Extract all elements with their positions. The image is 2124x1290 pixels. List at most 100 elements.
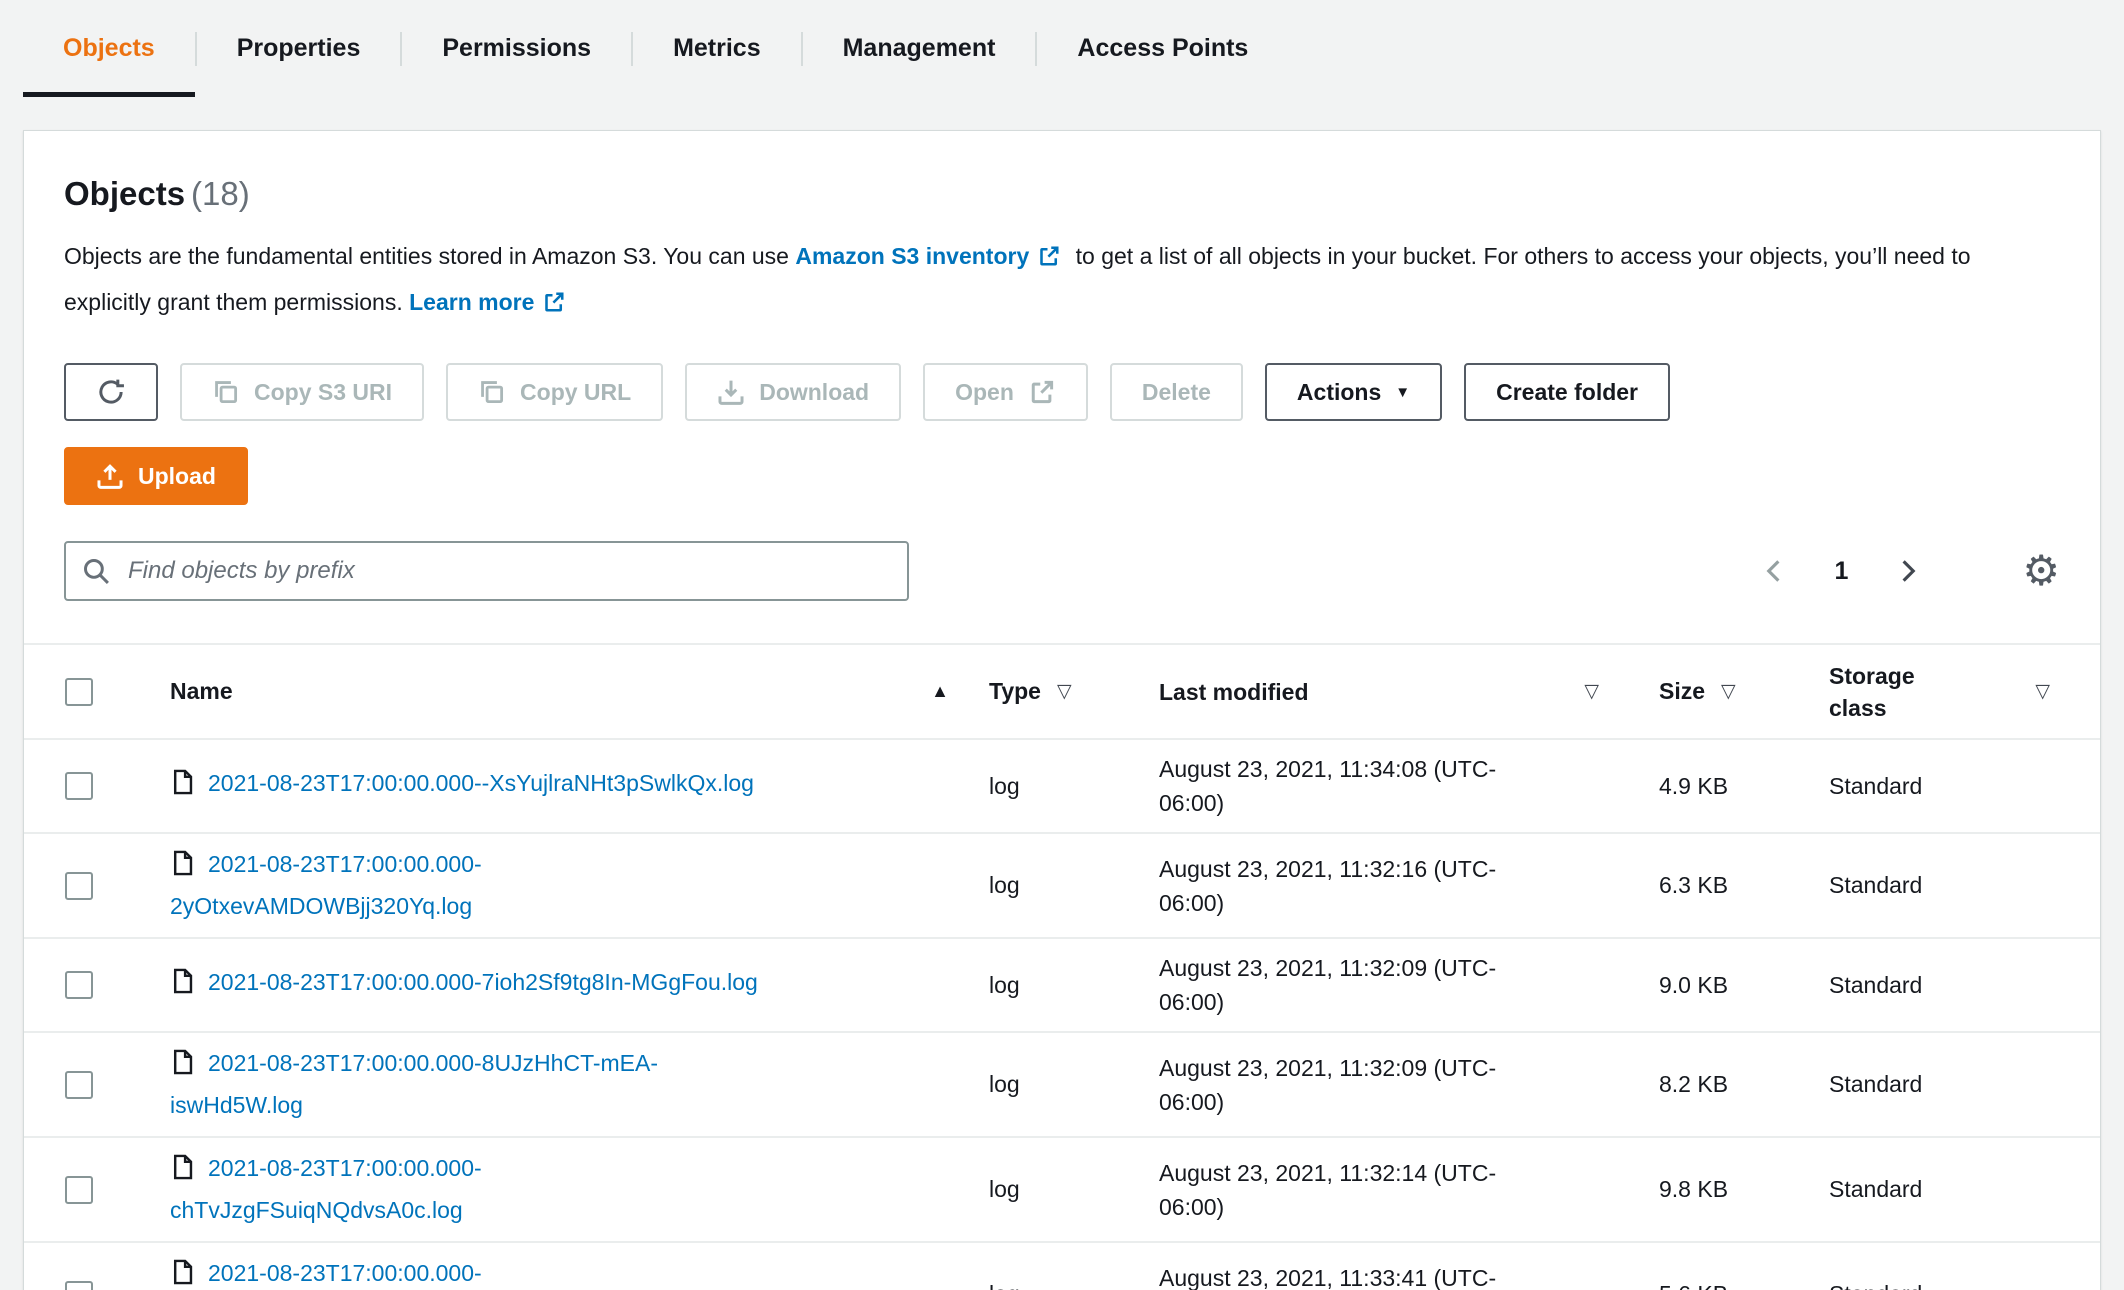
delete-button[interactable]: Delete	[1110, 363, 1243, 421]
object-name-link[interactable]: 2021-08-23T17:00:00.000-chTvJzgFSuiqNQdv…	[170, 1150, 770, 1229]
tab-management[interactable]: Management	[803, 0, 1036, 97]
row-type: log	[989, 972, 1159, 999]
header-last-modified[interactable]: Last modified ▽	[1159, 675, 1659, 709]
upload-button[interactable]: Upload	[64, 447, 248, 505]
tab-permissions[interactable]: Permissions	[402, 0, 631, 97]
row-storage-class: Standard	[1829, 1281, 2100, 1290]
filter-icon[interactable]: ▽	[1057, 680, 1072, 703]
file-icon	[170, 768, 196, 807]
external-link-icon	[1028, 378, 1056, 406]
row-name-cell: 2021-08-23T17:00:00.000-Cnih2PVKDl7Clg40…	[134, 1255, 989, 1290]
tab-metrics[interactable]: Metrics	[633, 0, 801, 97]
filter-icon[interactable]: ▽	[1721, 680, 1736, 703]
tab-access-points[interactable]: Access Points	[1037, 0, 1288, 97]
row-name-cell: 2021-08-23T17:00:00.000-chTvJzgFSuiqNQdv…	[134, 1150, 989, 1229]
tab-properties[interactable]: Properties	[197, 0, 401, 97]
external-link-icon	[1037, 239, 1061, 281]
bucket-tabs: Objects Properties Permissions Metrics M…	[0, 0, 2124, 97]
previous-page-button[interactable]	[1760, 557, 1788, 585]
objects-toolbar: Copy S3 URI Copy URL Download Open Delet…	[64, 363, 2060, 421]
file-icon	[170, 967, 196, 1006]
row-checkbox[interactable]	[65, 1281, 93, 1290]
sort-ascending-icon[interactable]: ▲	[931, 681, 949, 702]
file-icon	[170, 1048, 196, 1087]
row-checkbox[interactable]	[65, 872, 93, 900]
header-size[interactable]: Size ▽	[1659, 678, 1829, 705]
table-header-row: Name ▲ Type ▽ Last modified ▽ Size ▽ Sto…	[24, 645, 2100, 740]
row-checkbox[interactable]	[65, 1071, 93, 1099]
row-last-modified: August 23, 2021, 11:32:16 (UTC-06:00)	[1159, 852, 1659, 920]
row-size: 9.8 KB	[1659, 1176, 1829, 1203]
object-name-link[interactable]: 2021-08-23T17:00:00.000--XsYujlraNHt3pSw…	[170, 765, 754, 807]
row-size: 8.2 KB	[1659, 1071, 1829, 1098]
row-last-modified: August 23, 2021, 11:33:41 (UTC-06:00)	[1159, 1261, 1659, 1290]
header-size-label: Size	[1659, 678, 1705, 705]
table-row: 2021-08-23T17:00:00.000-7ioh2Sf9tg8In-MG…	[24, 939, 2100, 1033]
row-select-cell	[24, 1071, 134, 1099]
header-type-label: Type	[989, 678, 1041, 705]
create-folder-button[interactable]: Create folder	[1464, 363, 1670, 421]
table-row: 2021-08-23T17:00:00.000--XsYujlraNHt3pSw…	[24, 740, 2100, 834]
object-name-link[interactable]: 2021-08-23T17:00:00.000-2yOtxevAMDOWBjj3…	[170, 846, 770, 925]
search-input[interactable]	[64, 541, 909, 601]
select-all-checkbox[interactable]	[65, 678, 93, 706]
row-select-cell	[24, 1281, 134, 1290]
delete-label: Delete	[1142, 379, 1211, 406]
filter-icon[interactable]: ▽	[1584, 675, 1599, 709]
file-icon	[170, 849, 196, 888]
row-size: 4.9 KB	[1659, 773, 1829, 800]
download-icon	[717, 378, 745, 406]
page-title: Objects(18)	[64, 175, 2060, 213]
search-and-pagination-row: 1 ⚙	[64, 541, 2060, 601]
object-name-text: 2021-08-23T17:00:00.000-2yOtxevAMDOWBjj3…	[170, 851, 482, 919]
row-checkbox[interactable]	[65, 772, 93, 800]
row-storage-class: Standard	[1829, 773, 2100, 800]
objects-panel-header: Objects(18) Objects are the fundamental …	[24, 131, 2100, 601]
row-type: log	[989, 773, 1159, 800]
copy-url-button[interactable]: Copy URL	[446, 363, 663, 421]
row-select-cell	[24, 772, 134, 800]
file-icon	[170, 1258, 196, 1290]
panel-description: Objects are the fundamental entities sto…	[64, 235, 2060, 327]
object-name-text: 2021-08-23T17:00:00.000-7ioh2Sf9tg8In-MG…	[208, 969, 758, 995]
row-checkbox[interactable]	[65, 971, 93, 999]
object-name-link[interactable]: 2021-08-23T17:00:00.000-8UJzHhCT-mEA-isw…	[170, 1045, 770, 1124]
tab-properties-label: Properties	[237, 34, 361, 63]
upload-icon	[96, 462, 124, 490]
current-page-number[interactable]: 1	[1834, 557, 1848, 586]
refresh-icon	[97, 378, 125, 406]
tab-access-points-label: Access Points	[1077, 34, 1248, 63]
download-button[interactable]: Download	[685, 363, 901, 421]
amazon-s3-inventory-link[interactable]: Amazon S3 inventory	[795, 243, 1029, 269]
header-storage-class[interactable]: Storage class ▽	[1829, 660, 2100, 724]
row-storage-class: Standard	[1829, 1071, 2100, 1098]
header-storage-class-label: Storage class	[1829, 660, 1954, 724]
tab-objects[interactable]: Objects	[23, 0, 195, 97]
row-name-cell: 2021-08-23T17:00:00.000-8UJzHhCT-mEA-isw…	[134, 1045, 989, 1124]
row-type: log	[989, 1281, 1159, 1290]
copy-s3-uri-button[interactable]: Copy S3 URI	[180, 363, 424, 421]
file-icon	[170, 1153, 196, 1192]
table-row: 2021-08-23T17:00:00.000-8UJzHhCT-mEA-isw…	[24, 1033, 2100, 1138]
copy-icon	[478, 378, 506, 406]
upload-label: Upload	[138, 463, 216, 490]
header-type[interactable]: Type ▽	[989, 678, 1159, 705]
row-storage-class: Standard	[1829, 872, 2100, 899]
object-name-text: 2021-08-23T17:00:00.000-chTvJzgFSuiqNQdv…	[170, 1155, 482, 1223]
learn-more-link[interactable]: Learn more	[409, 289, 534, 315]
row-name-cell: 2021-08-23T17:00:00.000-2yOtxevAMDOWBjj3…	[134, 846, 989, 925]
refresh-button[interactable]	[64, 363, 158, 421]
copy-url-label: Copy URL	[520, 379, 631, 406]
open-button[interactable]: Open	[923, 363, 1088, 421]
row-checkbox[interactable]	[65, 1176, 93, 1204]
filter-icon[interactable]: ▽	[2035, 680, 2050, 703]
row-select-cell	[24, 971, 134, 999]
row-name-cell: 2021-08-23T17:00:00.000--XsYujlraNHt3pSw…	[134, 765, 989, 807]
object-name-text: 2021-08-23T17:00:00.000-Cnih2PVKDl7Clg40…	[170, 1260, 482, 1290]
preferences-gear-button[interactable]: ⚙	[2022, 550, 2060, 592]
actions-dropdown-button[interactable]: Actions▼	[1265, 363, 1442, 421]
object-name-link[interactable]: 2021-08-23T17:00:00.000-Cnih2PVKDl7Clg40…	[170, 1255, 770, 1290]
header-name[interactable]: Name ▲	[134, 678, 989, 705]
object-name-link[interactable]: 2021-08-23T17:00:00.000-7ioh2Sf9tg8In-MG…	[170, 964, 758, 1006]
next-page-button[interactable]	[1894, 557, 1922, 585]
